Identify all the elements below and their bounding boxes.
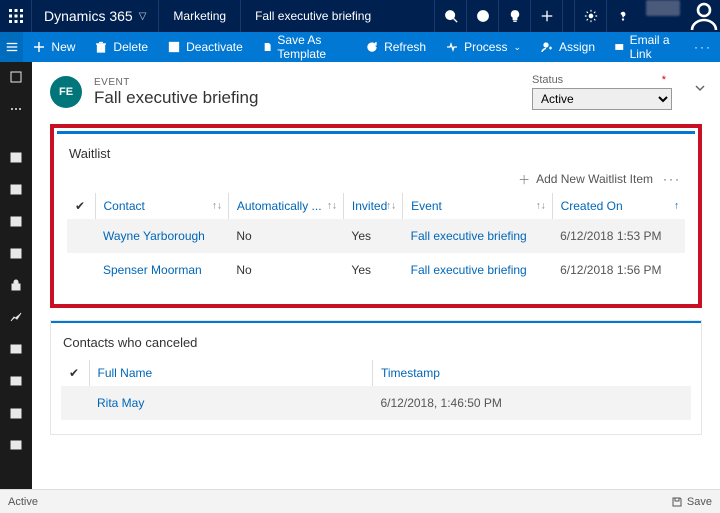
delete-button[interactable]: Delete (85, 32, 158, 62)
rail-item-3-icon[interactable] (0, 210, 32, 232)
rail-item-7-icon[interactable] (0, 402, 32, 424)
col-timestamp[interactable]: Timestamp (373, 360, 692, 386)
sort-icon: ↑↓ (536, 201, 546, 212)
rail-lock-icon[interactable] (0, 274, 32, 296)
canceled-grid: ✔ Full Name Timestamp Rita May 6/12/2018… (61, 360, 691, 420)
breadcrumb[interactable]: Fall executive briefing (241, 0, 385, 32)
contact-link[interactable]: Spenser Moorman (95, 253, 228, 287)
process-button[interactable]: Process⌄ (436, 32, 531, 62)
user-avatar-icon[interactable] (688, 0, 720, 32)
rail-more-icon[interactable] (0, 98, 32, 120)
app-name-label: Dynamics 365 (44, 8, 133, 24)
more-commands-icon[interactable]: ··· (686, 32, 720, 62)
sort-icon: ↑↓ (386, 201, 396, 212)
chevron-down-icon: ▽ (139, 11, 147, 22)
table-row[interactable]: Wayne Yarborough No Yes Fall executive b… (67, 219, 685, 253)
command-bar: New Delete Deactivate Save As Template R… (0, 32, 720, 62)
sort-icon: ↑ (674, 201, 679, 212)
user-name-blurred (646, 0, 680, 16)
select-all-checkbox[interactable]: ✔ (67, 193, 95, 219)
select-all-checkbox[interactable]: ✔ (61, 360, 89, 386)
rail-recent-icon[interactable] (0, 66, 32, 88)
col-created[interactable]: Created On↑ (552, 193, 685, 219)
assign-button[interactable]: Assign (531, 32, 605, 62)
app-switcher[interactable]: Dynamics 365 ▽ (32, 0, 159, 32)
canceled-panel-title: Contacts who canceled (61, 333, 691, 360)
left-rail (0, 62, 32, 489)
sort-icon: ↑↓ (212, 201, 222, 212)
plus-icon: ＋ (518, 171, 530, 188)
search-icon[interactable] (434, 0, 466, 32)
waitlist-grid: ✔ Contact↑↓ Automatically ...↑↓ Invited↑… (67, 193, 685, 287)
rail-item-6-icon[interactable] (0, 370, 32, 392)
footer-status: Active (8, 496, 38, 508)
rail-item-2-icon[interactable] (0, 178, 32, 200)
rail-item-4-icon[interactable] (0, 242, 32, 264)
rail-item-5-icon[interactable] (0, 338, 32, 360)
record-name: Fall executive briefing (94, 88, 258, 108)
form-content: FE EVENT Fall executive briefing Status … (32, 62, 720, 489)
waitlist-more-icon[interactable]: ··· (663, 172, 681, 186)
event-link[interactable]: Fall executive briefing (403, 219, 552, 253)
contact-link[interactable]: Rita May (89, 386, 373, 420)
col-contact[interactable]: Contact↑↓ (95, 193, 228, 219)
add-waitlist-item-button[interactable]: ＋ Add New Waitlist Item (518, 171, 653, 188)
expand-header-icon[interactable] (692, 80, 708, 101)
global-nav-bar: Dynamics 365 ▽ Marketing Fall executive … (0, 0, 720, 32)
task-icon[interactable] (466, 0, 498, 32)
sitemap-toggle-icon[interactable] (0, 32, 23, 62)
add-icon[interactable] (530, 0, 562, 32)
col-invited[interactable]: Invited↑↓ (343, 193, 402, 219)
email-link-button[interactable]: Email a Link (605, 32, 686, 62)
col-event[interactable]: Event↑↓ (403, 193, 552, 219)
chevron-down-icon: ⌄ (513, 42, 521, 53)
record-badge: FE (50, 76, 82, 108)
entity-type-label: EVENT (94, 77, 258, 88)
refresh-button[interactable]: Refresh (356, 32, 436, 62)
waitlist-panel-title: Waitlist (67, 144, 685, 171)
rail-analytics-icon[interactable] (0, 306, 32, 328)
area-label[interactable]: Marketing (159, 0, 241, 32)
col-fullname[interactable]: Full Name (89, 360, 373, 386)
save-button[interactable]: Save (671, 496, 712, 508)
new-button[interactable]: New (23, 32, 85, 62)
rail-item-1-icon[interactable] (0, 146, 32, 168)
lightbulb-icon[interactable] (498, 0, 530, 32)
table-row[interactable]: Rita May 6/12/2018, 1:46:50 PM (61, 386, 691, 420)
app-launcher-icon[interactable] (0, 0, 32, 32)
event-link[interactable]: Fall executive briefing (403, 253, 552, 287)
contact-link[interactable]: Wayne Yarborough (95, 219, 228, 253)
rail-item-8-icon[interactable] (0, 434, 32, 456)
settings-icon[interactable] (574, 0, 606, 32)
col-auto[interactable]: Automatically ...↑↓ (228, 193, 343, 219)
status-bar: Active Save (0, 489, 720, 513)
save-as-template-button[interactable]: Save As Template (253, 32, 356, 62)
deactivate-button[interactable]: Deactivate (158, 32, 253, 62)
status-select[interactable]: Active (532, 88, 672, 110)
table-row[interactable]: Spenser Moorman No Yes Fall executive br… (67, 253, 685, 287)
help-icon[interactable] (606, 0, 638, 32)
sort-icon: ↑↓ (327, 201, 337, 212)
required-asterisk: * (662, 74, 666, 86)
status-label: Status (532, 74, 563, 86)
